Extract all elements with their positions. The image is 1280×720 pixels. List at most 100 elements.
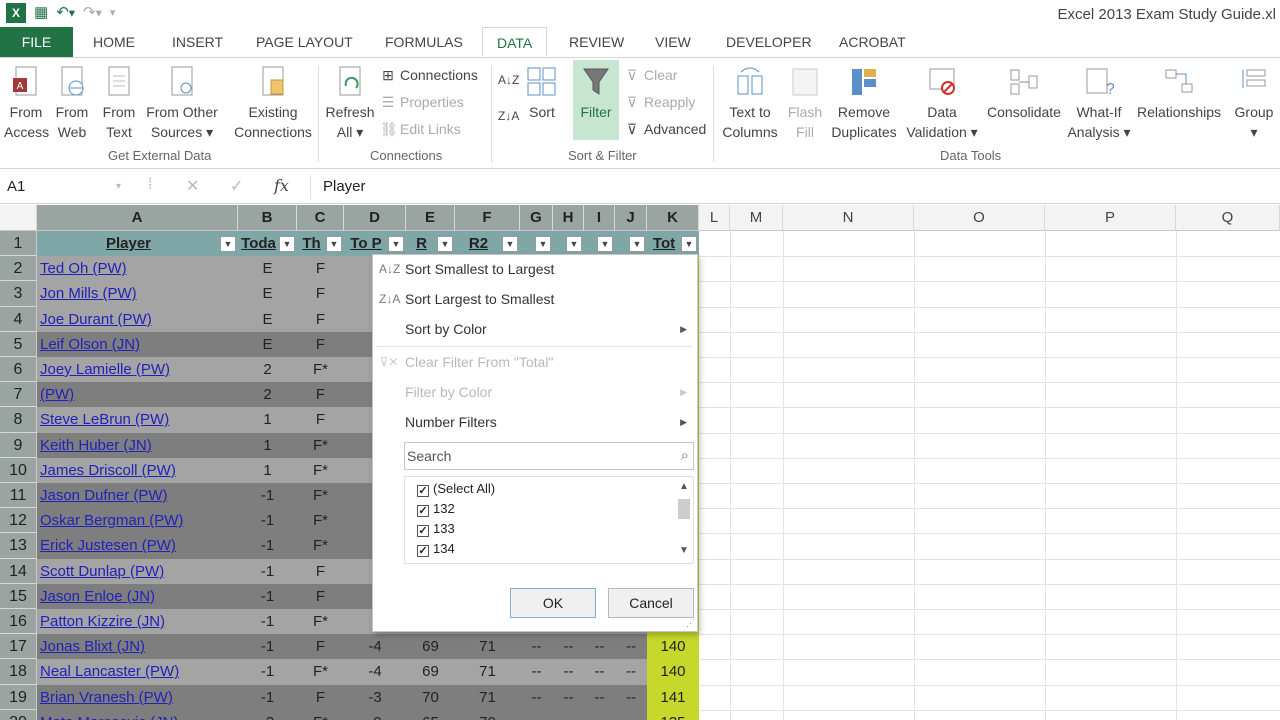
row-header[interactable]: 7 (0, 382, 37, 408)
player-cell[interactable]: Scott Dunlap (PW) (37, 559, 238, 584)
player-cell[interactable]: Leif Olson (JN) (37, 332, 238, 357)
filter-dropdown-icon[interactable]: ▼ (502, 236, 518, 252)
from-access-button[interactable]: A From Access (4, 62, 49, 142)
data-cell[interactable]: F* (297, 508, 344, 533)
data-cell[interactable]: F* (297, 458, 344, 483)
player-cell[interactable]: James Driscoll (PW) (37, 458, 238, 483)
row-header[interactable]: 4 (0, 306, 37, 332)
data-cell[interactable]: -4 (344, 659, 406, 684)
row-header[interactable]: 10 (0, 457, 37, 483)
undo-icon[interactable]: ↶▾ (56, 3, 75, 23)
filter-search-input[interactable]: Search ⌕ (404, 442, 694, 470)
data-cell[interactable]: -1 (238, 559, 297, 584)
player-cell[interactable]: Ted Oh (PW) (37, 256, 238, 281)
data-cell[interactable] (520, 710, 553, 720)
sort-largest-to-smallest-item[interactable]: Z↓A Sort Largest to Smallest (373, 285, 697, 313)
column-header-i[interactable]: I (584, 205, 615, 231)
flash-fill-button[interactable]: Flash Fill (785, 62, 825, 142)
column-header-d[interactable]: D (344, 205, 406, 231)
data-cell[interactable]: -9 (344, 710, 406, 720)
number-filters-item[interactable]: Number Filters ▶ (373, 408, 697, 436)
tab-data[interactable]: DATA (482, 27, 548, 57)
data-cell[interactable]: -- (584, 659, 615, 684)
filter-dropdown-icon[interactable]: ▼ (326, 236, 342, 252)
data-cell[interactable]: -3 (238, 710, 297, 720)
data-validation-button[interactable]: Data Validation ▾ (900, 62, 984, 142)
data-cell[interactable]: -- (520, 659, 553, 684)
data-cell[interactable]: -- (520, 634, 553, 659)
data-cell[interactable]: -- (615, 634, 647, 659)
row-header[interactable]: 14 (0, 558, 37, 584)
data-cell[interactable]: -1 (238, 533, 297, 558)
column-header-l[interactable]: L (699, 205, 730, 231)
scroll-thumb[interactable] (678, 499, 690, 519)
row-header[interactable]: 11 (0, 483, 37, 509)
enter-icon[interactable]: ✓ (230, 176, 243, 196)
name-box-dropdown-icon[interactable]: ▾ (116, 181, 121, 192)
row-header[interactable]: 18 (0, 659, 37, 685)
data-cell[interactable]: -- (584, 634, 615, 659)
row-header[interactable]: 16 (0, 609, 37, 635)
column-header-h[interactable]: H (553, 205, 584, 231)
column-header-q[interactable]: Q (1176, 205, 1280, 231)
data-cell[interactable] (553, 710, 584, 720)
data-cell[interactable]: -1 (238, 508, 297, 533)
row-header[interactable]: 13 (0, 533, 37, 559)
player-cell[interactable]: Neal Lancaster (PW) (37, 659, 238, 684)
from-text-button[interactable]: From Text (97, 62, 141, 142)
row-header[interactable]: 3 (0, 281, 37, 307)
filter-dropdown-icon[interactable]: ▼ (220, 236, 236, 252)
connections-button[interactable]: ⊞ Connections (380, 65, 478, 85)
column-header-o[interactable]: O (914, 205, 1045, 231)
data-cell[interactable]: F (297, 559, 344, 584)
cancel-button[interactable]: Cancel (608, 588, 694, 618)
data-cell[interactable]: F (297, 256, 344, 281)
data-cell[interactable]: -- (553, 659, 584, 684)
data-cell[interactable]: -1 (238, 483, 297, 508)
data-cell[interactable]: 135 (647, 710, 699, 720)
scroll-down-icon[interactable]: ▼ (675, 545, 693, 556)
sort-smallest-to-largest-item[interactable]: A↓Z Sort Smallest to Largest (373, 255, 697, 283)
data-cell[interactable]: -- (584, 685, 615, 710)
data-cell[interactable]: -1 (238, 659, 297, 684)
tab-acrobat[interactable]: ACROBAT (839, 27, 906, 57)
tab-formulas[interactable]: FORMULAS (385, 27, 463, 57)
filter-dropdown-icon[interactable]: ▼ (566, 236, 582, 252)
tab-home[interactable]: HOME (93, 27, 135, 57)
filter-dropdown-icon[interactable]: ▼ (535, 236, 551, 252)
data-cell[interactable]: 69 (406, 659, 455, 684)
data-cell[interactable]: 65 (406, 710, 455, 720)
filter-by-color-item[interactable]: Filter by Color ▶ (373, 378, 697, 406)
row-header[interactable]: 17 (0, 634, 37, 660)
data-cell[interactable]: -3 (344, 685, 406, 710)
tab-view[interactable]: VIEW (655, 27, 691, 57)
tab-file[interactable]: FILE (0, 27, 73, 57)
data-cell[interactable]: 71 (455, 659, 520, 684)
filter-dropdown-icon[interactable]: ▼ (388, 236, 404, 252)
player-cell[interactable]: Erick Justesen (PW) (37, 533, 238, 558)
redo-icon[interactable]: ↷▾ (83, 3, 102, 23)
what-if-analysis-button[interactable]: ? What-If Analysis ▾ (1066, 62, 1132, 142)
data-cell[interactable]: F* (297, 433, 344, 458)
select-all-corner[interactable] (0, 205, 37, 231)
header-cell[interactable]: Player (37, 231, 238, 256)
tab-insert[interactable]: INSERT (172, 27, 223, 57)
player-cell[interactable]: Joe Durant (PW) (37, 307, 238, 332)
scroll-up-icon[interactable]: ▲ (675, 481, 693, 492)
data-cell[interactable]: 2 (238, 357, 297, 382)
data-cell[interactable]: 69 (406, 634, 455, 659)
formula-input[interactable]: Player (310, 175, 1270, 199)
data-cell[interactable]: E (238, 332, 297, 357)
data-cell[interactable]: 1 (238, 458, 297, 483)
remove-duplicates-button[interactable]: Remove Duplicates (830, 62, 898, 142)
filter-dropdown-icon[interactable]: ▼ (597, 236, 613, 252)
column-header-f[interactable]: F (455, 205, 520, 231)
reapply-button[interactable]: ⊽ Reapply (624, 92, 696, 112)
data-cell[interactable]: F (297, 332, 344, 357)
player-cell[interactable]: Jason Dufner (PW) (37, 483, 238, 508)
player-cell[interactable]: Brian Vranesh (PW) (37, 685, 238, 710)
relationships-button[interactable]: Relationships (1134, 62, 1224, 122)
data-cell[interactable]: -- (520, 685, 553, 710)
data-cell[interactable]: 70 (455, 710, 520, 720)
filter-dropdown-icon[interactable]: ▼ (437, 236, 453, 252)
